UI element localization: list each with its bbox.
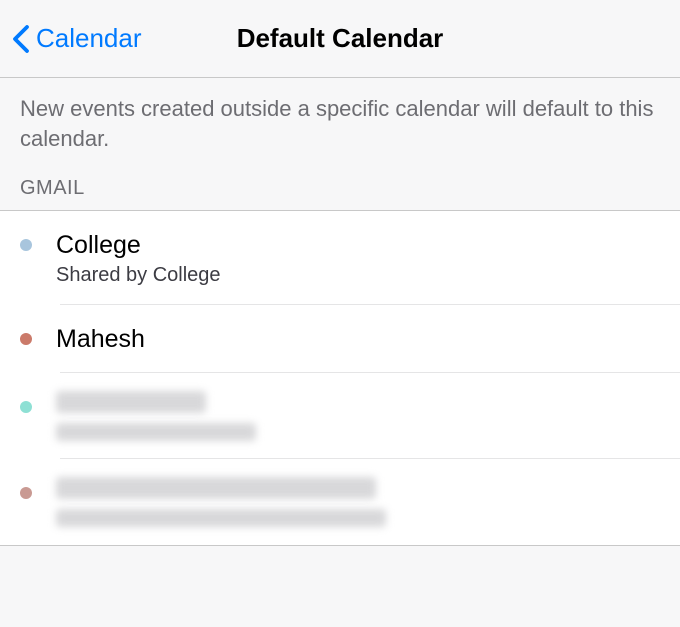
back-button[interactable]: Calendar [0, 23, 142, 54]
calendar-row[interactable] [0, 373, 680, 459]
calendar-list: CollegeShared by College Mahesh [0, 210, 680, 546]
section-header: GMAIL [0, 177, 680, 210]
blurred-title [56, 477, 376, 499]
calendar-name: Mahesh [56, 323, 145, 356]
blurred-subtitle [56, 423, 256, 441]
calendar-color-dot [20, 487, 32, 499]
calendar-content: CollegeShared by College [56, 229, 221, 287]
navbar: Calendar Default Calendar [0, 0, 680, 78]
blurred-subtitle [56, 509, 386, 527]
calendar-content [56, 391, 256, 441]
calendar-content: Mahesh [56, 323, 145, 356]
blurred-title [56, 391, 206, 413]
calendar-subtitle: Shared by College [56, 264, 221, 287]
back-label: Calendar [36, 23, 142, 54]
chevron-left-icon [12, 24, 30, 54]
page-title: Default Calendar [237, 23, 444, 54]
description-text: New events created outside a specific ca… [0, 78, 680, 177]
calendar-name: College [56, 229, 221, 262]
calendar-row[interactable]: Mahesh [0, 305, 680, 374]
calendar-row[interactable]: CollegeShared by College [0, 211, 680, 305]
calendar-color-dot [20, 333, 32, 345]
calendar-content [56, 477, 386, 527]
calendar-color-dot [20, 239, 32, 251]
calendar-row[interactable] [0, 459, 680, 545]
calendar-color-dot [20, 401, 32, 413]
